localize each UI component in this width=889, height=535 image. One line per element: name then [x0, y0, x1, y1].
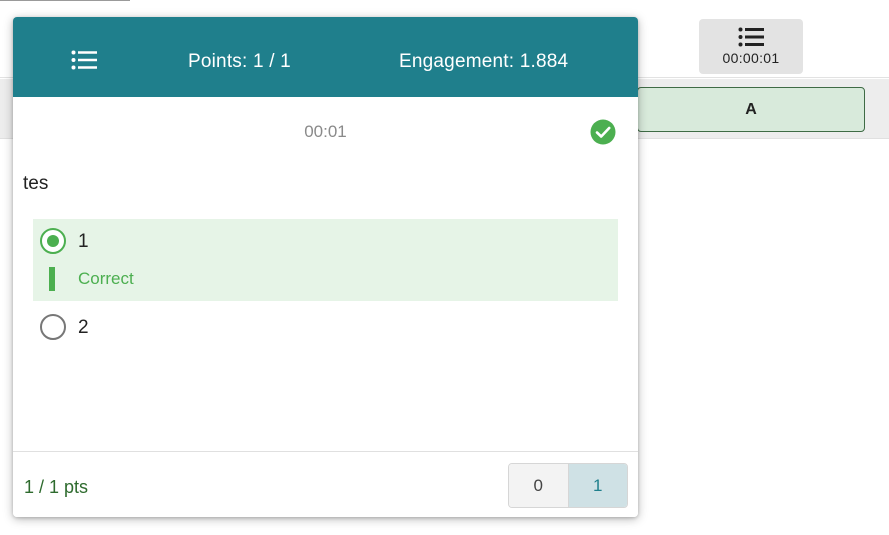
- feedback-bar: [49, 267, 55, 291]
- check-circle-icon: [590, 119, 616, 145]
- popup-header: Points: 1 / 1 Engagement: 1.884: [13, 17, 638, 97]
- radio-checked-icon[interactable]: [40, 228, 66, 254]
- points-display: Points: 1 / 1: [188, 51, 291, 72]
- feedback-correct: Correct: [78, 269, 134, 288]
- score-toggle: 0 1: [508, 463, 628, 508]
- option-2[interactable]: 2: [33, 313, 618, 343]
- popup-footer: 1 / 1 pts 0 1: [13, 451, 638, 517]
- list-icon: [738, 27, 764, 47]
- question-timer: 00:01: [304, 122, 347, 141]
- option-label: 1: [78, 231, 89, 252]
- engagement-display: Engagement: 1.884: [399, 51, 569, 72]
- top-divider: [0, 0, 130, 1]
- question-popup: Points: 1 / 1 Engagement: 1.884 00:01 te…: [13, 17, 638, 517]
- radio-unchecked-icon[interactable]: [40, 314, 66, 340]
- score-option-1[interactable]: 1: [567, 464, 627, 507]
- timer-list-button[interactable]: 00:00:01: [699, 19, 803, 74]
- option-label: 2: [78, 317, 89, 338]
- points-summary: 1 / 1 pts: [24, 477, 89, 497]
- elapsed-timer: 00:00:01: [722, 50, 780, 66]
- question-text: tes: [23, 173, 49, 194]
- answer-a-button[interactable]: A: [637, 87, 865, 132]
- score-option-0[interactable]: 0: [509, 464, 568, 507]
- list-icon[interactable]: [71, 50, 97, 70]
- option-1[interactable]: 1 Correct: [33, 219, 618, 301]
